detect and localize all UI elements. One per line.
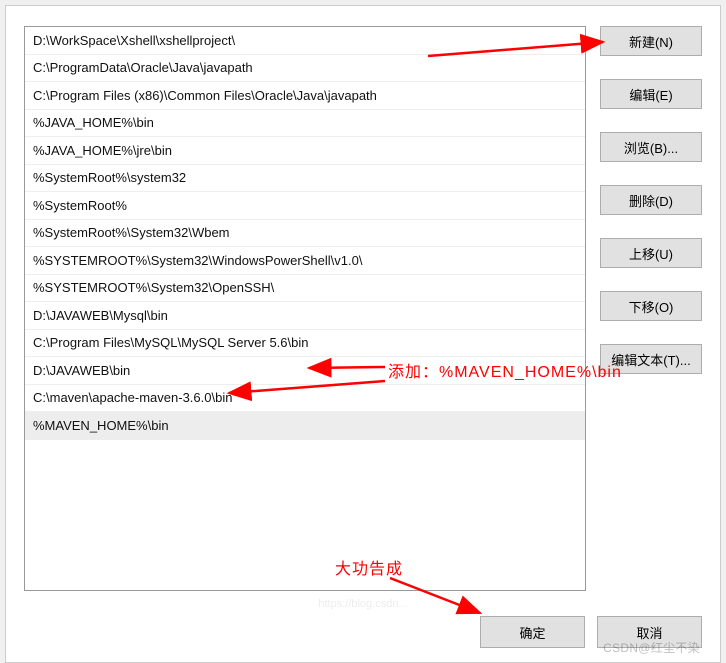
move-up-button[interactable]: 上移(U)	[600, 238, 702, 268]
list-item[interactable]: C:\Program Files (x86)\Common Files\Orac…	[25, 82, 585, 110]
list-item[interactable]: %MAVEN_HOME%\bin	[25, 412, 585, 440]
dialog-body: D:\WorkSpace\Xshell\xshellproject\C:\Pro…	[5, 5, 721, 663]
list-item[interactable]: %SystemRoot%	[25, 192, 585, 220]
edit-text-button[interactable]: 编辑文本(T)...	[600, 344, 702, 374]
side-buttons: 新建(N) 编辑(E) 浏览(B)... 删除(D) 上移(U) 下移(O) 编…	[600, 26, 702, 591]
content-area: D:\WorkSpace\Xshell\xshellproject\C:\Pro…	[24, 26, 702, 591]
list-item[interactable]: C:\ProgramData\Oracle\Java\javapath	[25, 55, 585, 83]
path-listbox[interactable]: D:\WorkSpace\Xshell\xshellproject\C:\Pro…	[24, 26, 586, 591]
list-item[interactable]: C:\maven\apache-maven-3.6.0\bin	[25, 385, 585, 413]
watermark: CSDN@红尘不染	[603, 639, 700, 656]
edit-button[interactable]: 编辑(E)	[600, 79, 702, 109]
list-item[interactable]: D:\WorkSpace\Xshell\xshellproject\	[25, 27, 585, 55]
list-item[interactable]: %JAVA_HOME%\bin	[25, 110, 585, 138]
list-item[interactable]: %JAVA_HOME%\jre\bin	[25, 137, 585, 165]
list-item[interactable]: C:\Program Files\MySQL\MySQL Server 5.6\…	[25, 330, 585, 358]
list-item[interactable]: %SystemRoot%\system32	[25, 165, 585, 193]
new-button[interactable]: 新建(N)	[600, 26, 702, 56]
list-item[interactable]: %SystemRoot%\System32\Wbem	[25, 220, 585, 248]
faint-watermark: https://blog.csdn...	[318, 598, 407, 610]
browse-button[interactable]: 浏览(B)...	[600, 132, 702, 162]
list-item[interactable]: D:\JAVAWEB\bin	[25, 357, 585, 385]
list-item[interactable]: %SYSTEMROOT%\System32\WindowsPowerShell\…	[25, 247, 585, 275]
move-down-button[interactable]: 下移(O)	[600, 291, 702, 321]
ok-button[interactable]: 确定	[480, 616, 585, 648]
list-item[interactable]: D:\JAVAWEB\Mysql\bin	[25, 302, 585, 330]
delete-button[interactable]: 删除(D)	[600, 185, 702, 215]
list-item[interactable]: %SYSTEMROOT%\System32\OpenSSH\	[25, 275, 585, 303]
